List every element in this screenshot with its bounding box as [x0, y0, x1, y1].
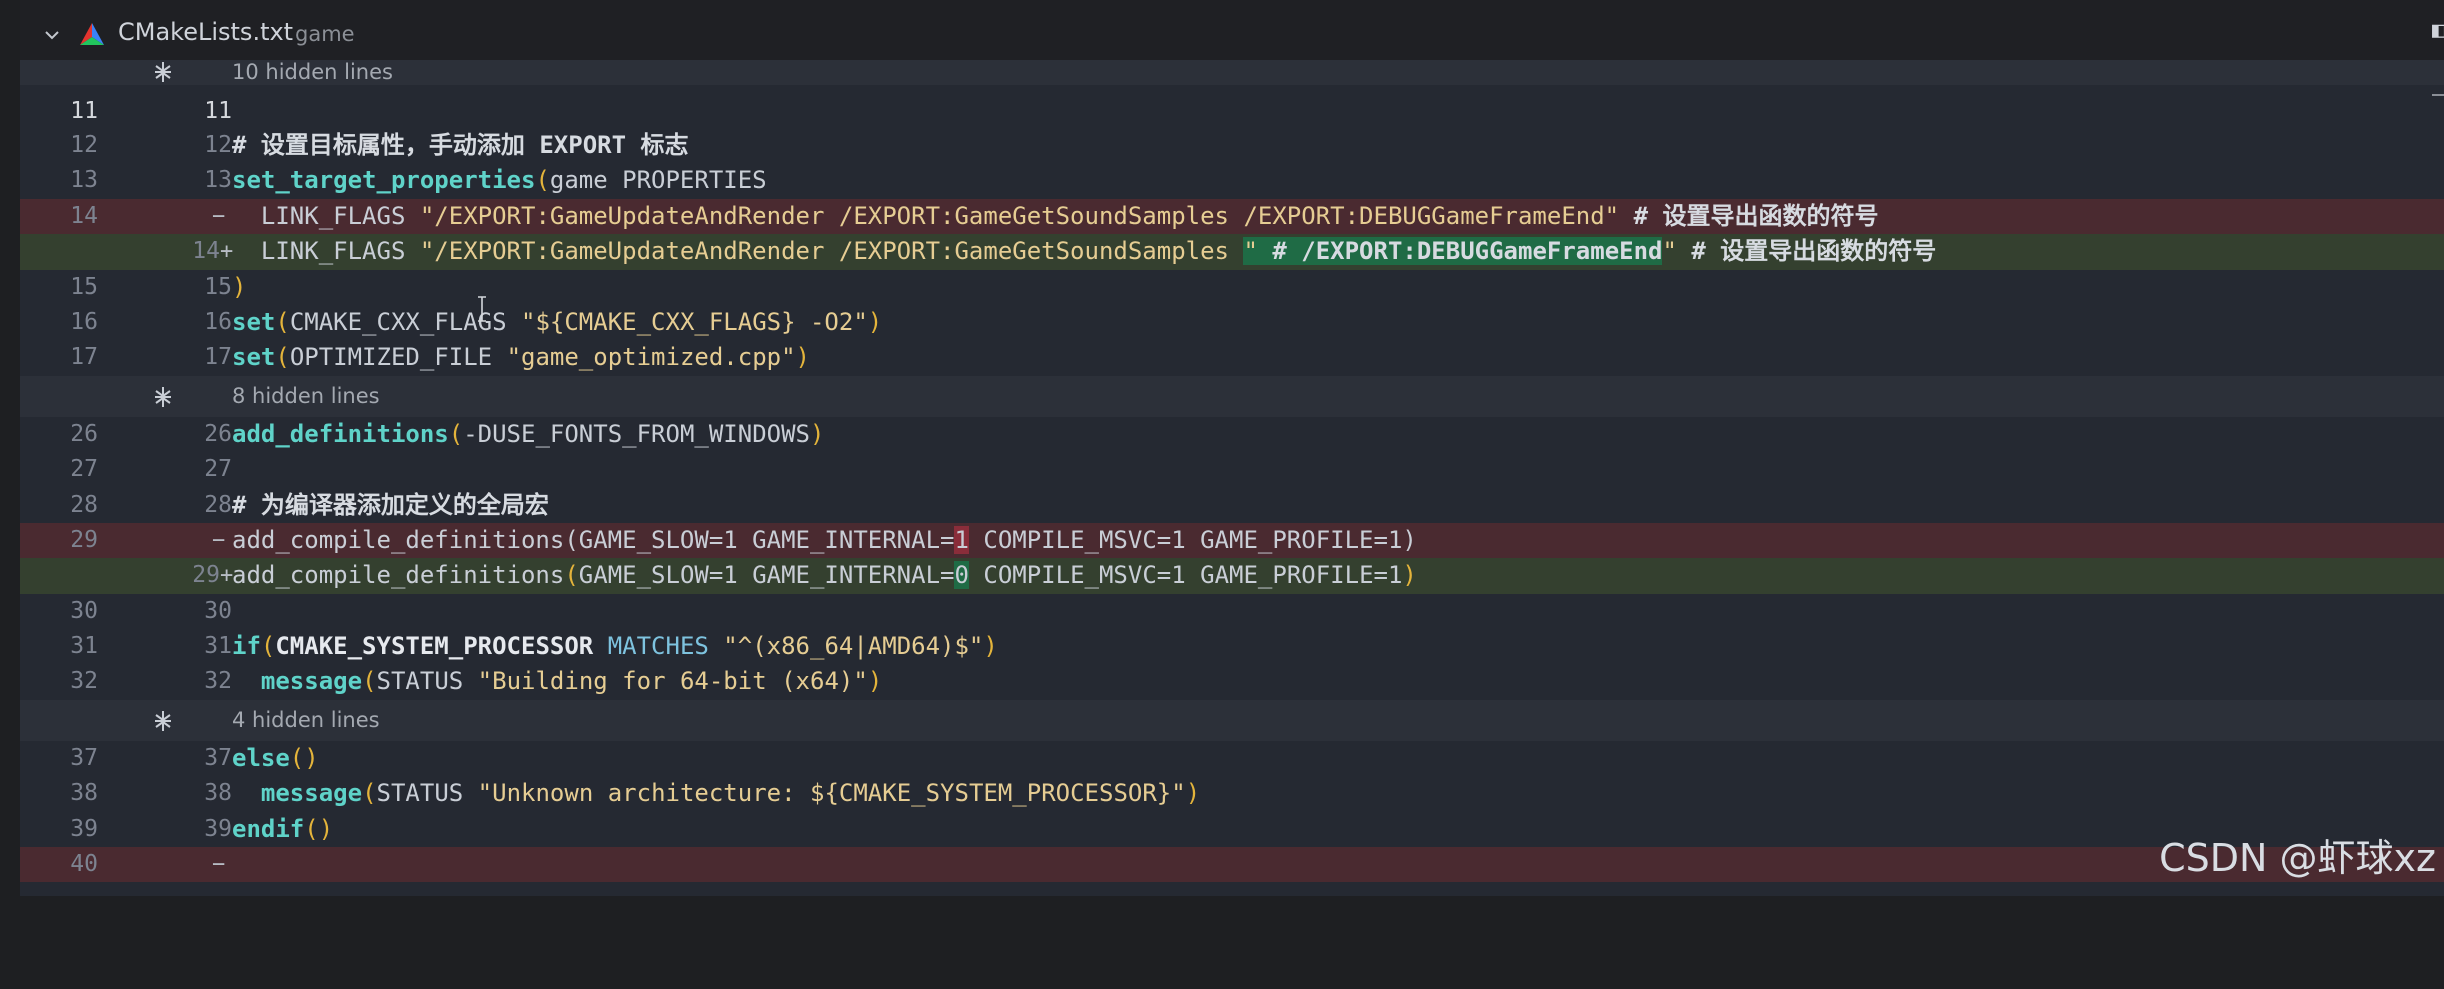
fold-row[interactable]: 8 hidden lines [20, 375, 2444, 417]
code-line[interactable]: 26 26 add_definitions(-DUSE_FONTS_FROM_W… [20, 417, 2444, 452]
code-line[interactable]: 17 17 set(OPTIMIZED_FILE "game_optimized… [20, 340, 2444, 375]
window-edge [0, 0, 20, 896]
code-line[interactable]: 27 27 [20, 452, 2444, 487]
unfold-icon[interactable] [150, 59, 176, 85]
chevron-down-icon[interactable] [42, 25, 62, 45]
file-header[interactable] [20, 0, 2444, 66]
diff-lines: 10 hidden lines 11 11 12 12 # 设置目标属性，手动添… [20, 60, 2444, 883]
code-line[interactable]: 39 39 endif() [20, 812, 2444, 847]
watermark: CSDN @虾球xz [2159, 836, 2436, 880]
code-line[interactable]: 15 15 ) [20, 270, 2444, 305]
code-line[interactable]: 38 38 message(STATUS "Unknown architectu… [20, 776, 2444, 811]
code-line[interactable]: 31 31 if(CMAKE_SYSTEM_PROCESSOR MATCHES … [20, 629, 2444, 664]
code-line[interactable]: 16 16 set(CMAKE_CXX_FLAGS "${CMAKE_CXX_F… [20, 305, 2444, 340]
code-line[interactable]: 30 30 [20, 594, 2444, 629]
unfold-icon[interactable] [150, 708, 176, 734]
deleted-line[interactable]: 40 − [20, 847, 2444, 883]
code-line[interactable]: 12 12 # 设置目标属性，手动添加 EXPORT 标志 [20, 128, 2444, 163]
deleted-line[interactable]: 29 − add_compile_definitions(GAME_SLOW=1… [20, 522, 2444, 559]
added-line[interactable]: 14 + LINK_FLAGS "/EXPORT:GameUpdateAndRe… [20, 234, 2444, 270]
folder-name: game [295, 22, 355, 46]
fold-row[interactable]: 10 hidden lines [20, 60, 2444, 85]
file-name: CMakeLists.txt [118, 18, 294, 46]
text-cursor-icon [478, 296, 486, 322]
added-line[interactable]: 29 + add_compile_definitions(GAME_SLOW=1… [20, 558, 2444, 594]
hidden-lines-label: 8 hidden lines [232, 383, 380, 408]
deleted-line[interactable]: 14 − LINK_FLAGS "/EXPORT:GameUpdateAndRe… [20, 198, 2444, 235]
code-line[interactable]: 37 37 else() [20, 741, 2444, 776]
code-line[interactable]: 32 32 message(STATUS "Building for 64-bi… [20, 664, 2444, 699]
fold-row[interactable]: 4 hidden lines [20, 699, 2444, 741]
header-action-icon[interactable]: ◧ [2432, 18, 2444, 46]
cmake-icon [80, 23, 104, 45]
hidden-lines-label: 4 hidden lines [232, 707, 380, 732]
hidden-lines-label: 10 hidden lines [232, 60, 393, 84]
unfold-icon[interactable] [150, 384, 176, 410]
code-line[interactable]: 13 13 set_target_properties(game PROPERT… [20, 163, 2444, 198]
code-line[interactable]: 28 28 # 为编译器添加定义的全局宏 [20, 488, 2444, 523]
code-line[interactable]: 11 11 [20, 95, 2444, 128]
